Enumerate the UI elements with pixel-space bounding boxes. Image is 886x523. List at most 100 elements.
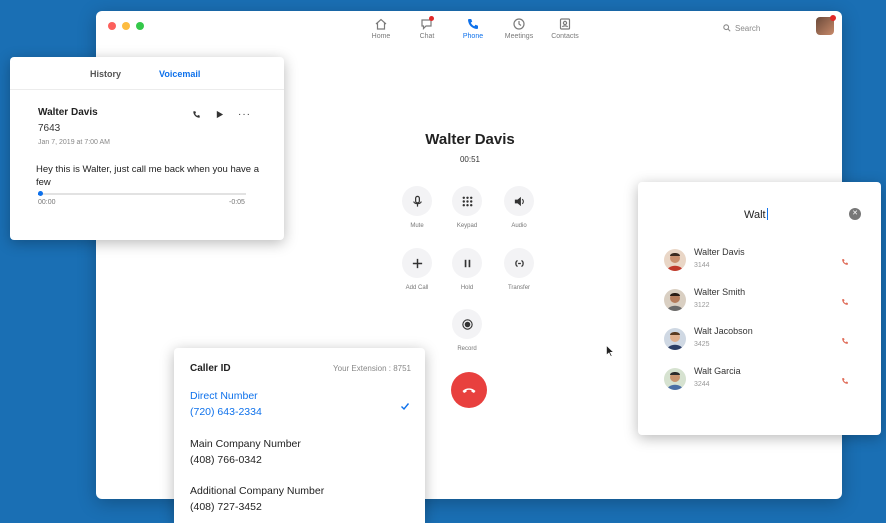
contact-extension: 3144 — [694, 262, 710, 269]
your-extension: Your Extension : 8751 — [333, 364, 411, 373]
avatar[interactable] — [816, 15, 836, 35]
window-controls — [108, 22, 144, 30]
contact-row[interactable]: Walt Jacobson 3425 — [638, 324, 881, 362]
hangup-button[interactable] — [451, 372, 487, 408]
search-input[interactable]: Search — [720, 20, 792, 36]
phone-icon — [842, 259, 848, 265]
contact-extension: 3244 — [694, 381, 710, 388]
contact-avatar — [664, 249, 686, 271]
nav-contacts-label: Contacts — [551, 33, 579, 40]
minimize-window-button[interactable] — [122, 22, 130, 30]
text-caret — [766, 208, 768, 220]
audio-label: Audio — [511, 223, 527, 229]
hold-label: Hold — [460, 285, 474, 291]
caller-id-option-direct[interactable]: Direct Number (720) 643-2334 — [190, 388, 262, 420]
play-icon[interactable] — [215, 110, 224, 119]
contact-name: Walter Smith — [694, 287, 746, 297]
chat-badge — [428, 16, 434, 21]
record-button[interactable]: Record — [442, 309, 492, 352]
phone-icon — [842, 338, 848, 344]
nav-chat[interactable]: Chat — [404, 16, 450, 40]
add-call-button[interactable]: Add Call — [392, 248, 442, 291]
call-contact-button[interactable] — [841, 293, 849, 305]
nav-contacts[interactable]: Contacts — [542, 17, 588, 40]
home-icon — [375, 18, 387, 30]
nav-chat-label: Chat — [419, 33, 435, 40]
mute-button[interactable]: Mute — [392, 186, 442, 229]
nav-home-label: Home — [371, 33, 391, 40]
keypad-label: Keypad — [456, 223, 478, 229]
tab-voicemail[interactable]: Voicemail — [159, 69, 200, 79]
caller-id-option-additional[interactable]: Additional Company Number (408) 727-3452 — [190, 483, 324, 515]
speaker-icon — [514, 196, 524, 206]
contact-avatar — [664, 368, 686, 390]
voicemail-caller-number: 7643 — [38, 123, 61, 134]
maximize-window-button[interactable] — [136, 22, 144, 30]
caller-id-panel: Caller ID Your Extension : 8751 Direct N… — [174, 348, 425, 523]
contact-search-query: Walt — [744, 209, 766, 221]
nav-home[interactable]: Home — [358, 17, 404, 40]
option-label: Direct Number — [190, 390, 258, 402]
close-window-button[interactable] — [108, 22, 116, 30]
voicemail-actions: ··· — [192, 109, 251, 119]
voicemail-date: Jan 7, 2019 at 7:00 AM — [38, 139, 110, 146]
contact-search-input[interactable]: Walt — [744, 208, 768, 221]
contact-avatar — [664, 289, 686, 311]
hold-button[interactable]: Hold — [442, 248, 492, 291]
caller-id-option-main[interactable]: Main Company Number (408) 766-0342 — [190, 436, 301, 468]
record-icon — [461, 318, 473, 330]
keypad-button[interactable]: Keypad — [442, 186, 492, 229]
voicemail-caller-name: Walter Davis — [38, 107, 98, 118]
plus-icon — [412, 258, 422, 268]
contact-search-panel: Walt ✕ Walter Davis 3144 Walter Smith 31… — [638, 182, 881, 435]
voicemail-time-remaining: -0:05 — [229, 199, 245, 206]
nav-phone-label: Phone — [462, 33, 484, 40]
keypad-icon — [462, 196, 472, 206]
contact-row[interactable]: Walter Smith 3122 — [638, 285, 881, 323]
phone-icon — [842, 378, 848, 384]
contact-name: Walt Jacobson — [694, 326, 753, 336]
top-nav: Home Chat Phone Meetings Contacts — [358, 16, 588, 40]
voicemail-transcript: Hey this is Walter, just call me back wh… — [36, 164, 259, 188]
contacts-icon — [559, 18, 571, 30]
end-call-icon — [462, 388, 476, 393]
contact-name: Walter Davis — [694, 247, 745, 257]
tab-history[interactable]: History — [90, 69, 121, 79]
phone-icon — [468, 19, 478, 29]
option-label: Main Company Number — [190, 438, 301, 450]
contact-name: Walt Garcia — [694, 366, 741, 376]
caller-id-title: Caller ID — [190, 363, 231, 374]
contact-avatar — [664, 328, 686, 350]
transfer-button[interactable]: Transfer — [494, 248, 544, 291]
audio-button[interactable]: Audio — [494, 186, 544, 229]
call-back-icon[interactable] — [192, 110, 201, 119]
voicemail-time-elapsed: 00:00 — [38, 199, 56, 206]
nav-meetings-label: Meetings — [504, 33, 534, 40]
call-contact-button[interactable] — [841, 253, 849, 265]
call-timer: 00:51 — [459, 155, 481, 164]
pause-icon — [464, 259, 470, 267]
more-options-icon[interactable]: ··· — [238, 109, 251, 119]
clear-search-icon[interactable]: ✕ — [849, 208, 861, 220]
phone-icon — [842, 299, 848, 305]
contact-extension: 3122 — [694, 302, 710, 309]
transfer-label: Transfer — [507, 285, 531, 291]
contact-row[interactable]: Walt Garcia 3244 — [638, 364, 881, 402]
transfer-icon — [514, 259, 524, 267]
microphone-icon — [412, 195, 422, 207]
mouse-cursor-icon — [606, 345, 614, 357]
call-contact-button[interactable] — [841, 332, 849, 344]
add-call-label: Add Call — [405, 285, 429, 291]
caller-name: Walter Davis — [425, 131, 515, 148]
voicemail-panel: History Voicemail Walter Davis 7643 Jan … — [10, 57, 284, 240]
voicemail-progress-knob[interactable] — [38, 191, 44, 196]
nav-phone[interactable]: Phone — [450, 17, 496, 40]
contact-row[interactable]: Walter Davis 3144 — [638, 245, 881, 283]
voicemail-progress-bar[interactable] — [38, 191, 246, 196]
search-placeholder: Search — [735, 23, 761, 33]
option-number: (408) 727-3452 — [190, 501, 262, 513]
mute-label: Mute — [410, 223, 424, 229]
nav-meetings[interactable]: Meetings — [496, 17, 542, 40]
search-icon — [723, 24, 731, 32]
call-contact-button[interactable] — [841, 372, 849, 384]
